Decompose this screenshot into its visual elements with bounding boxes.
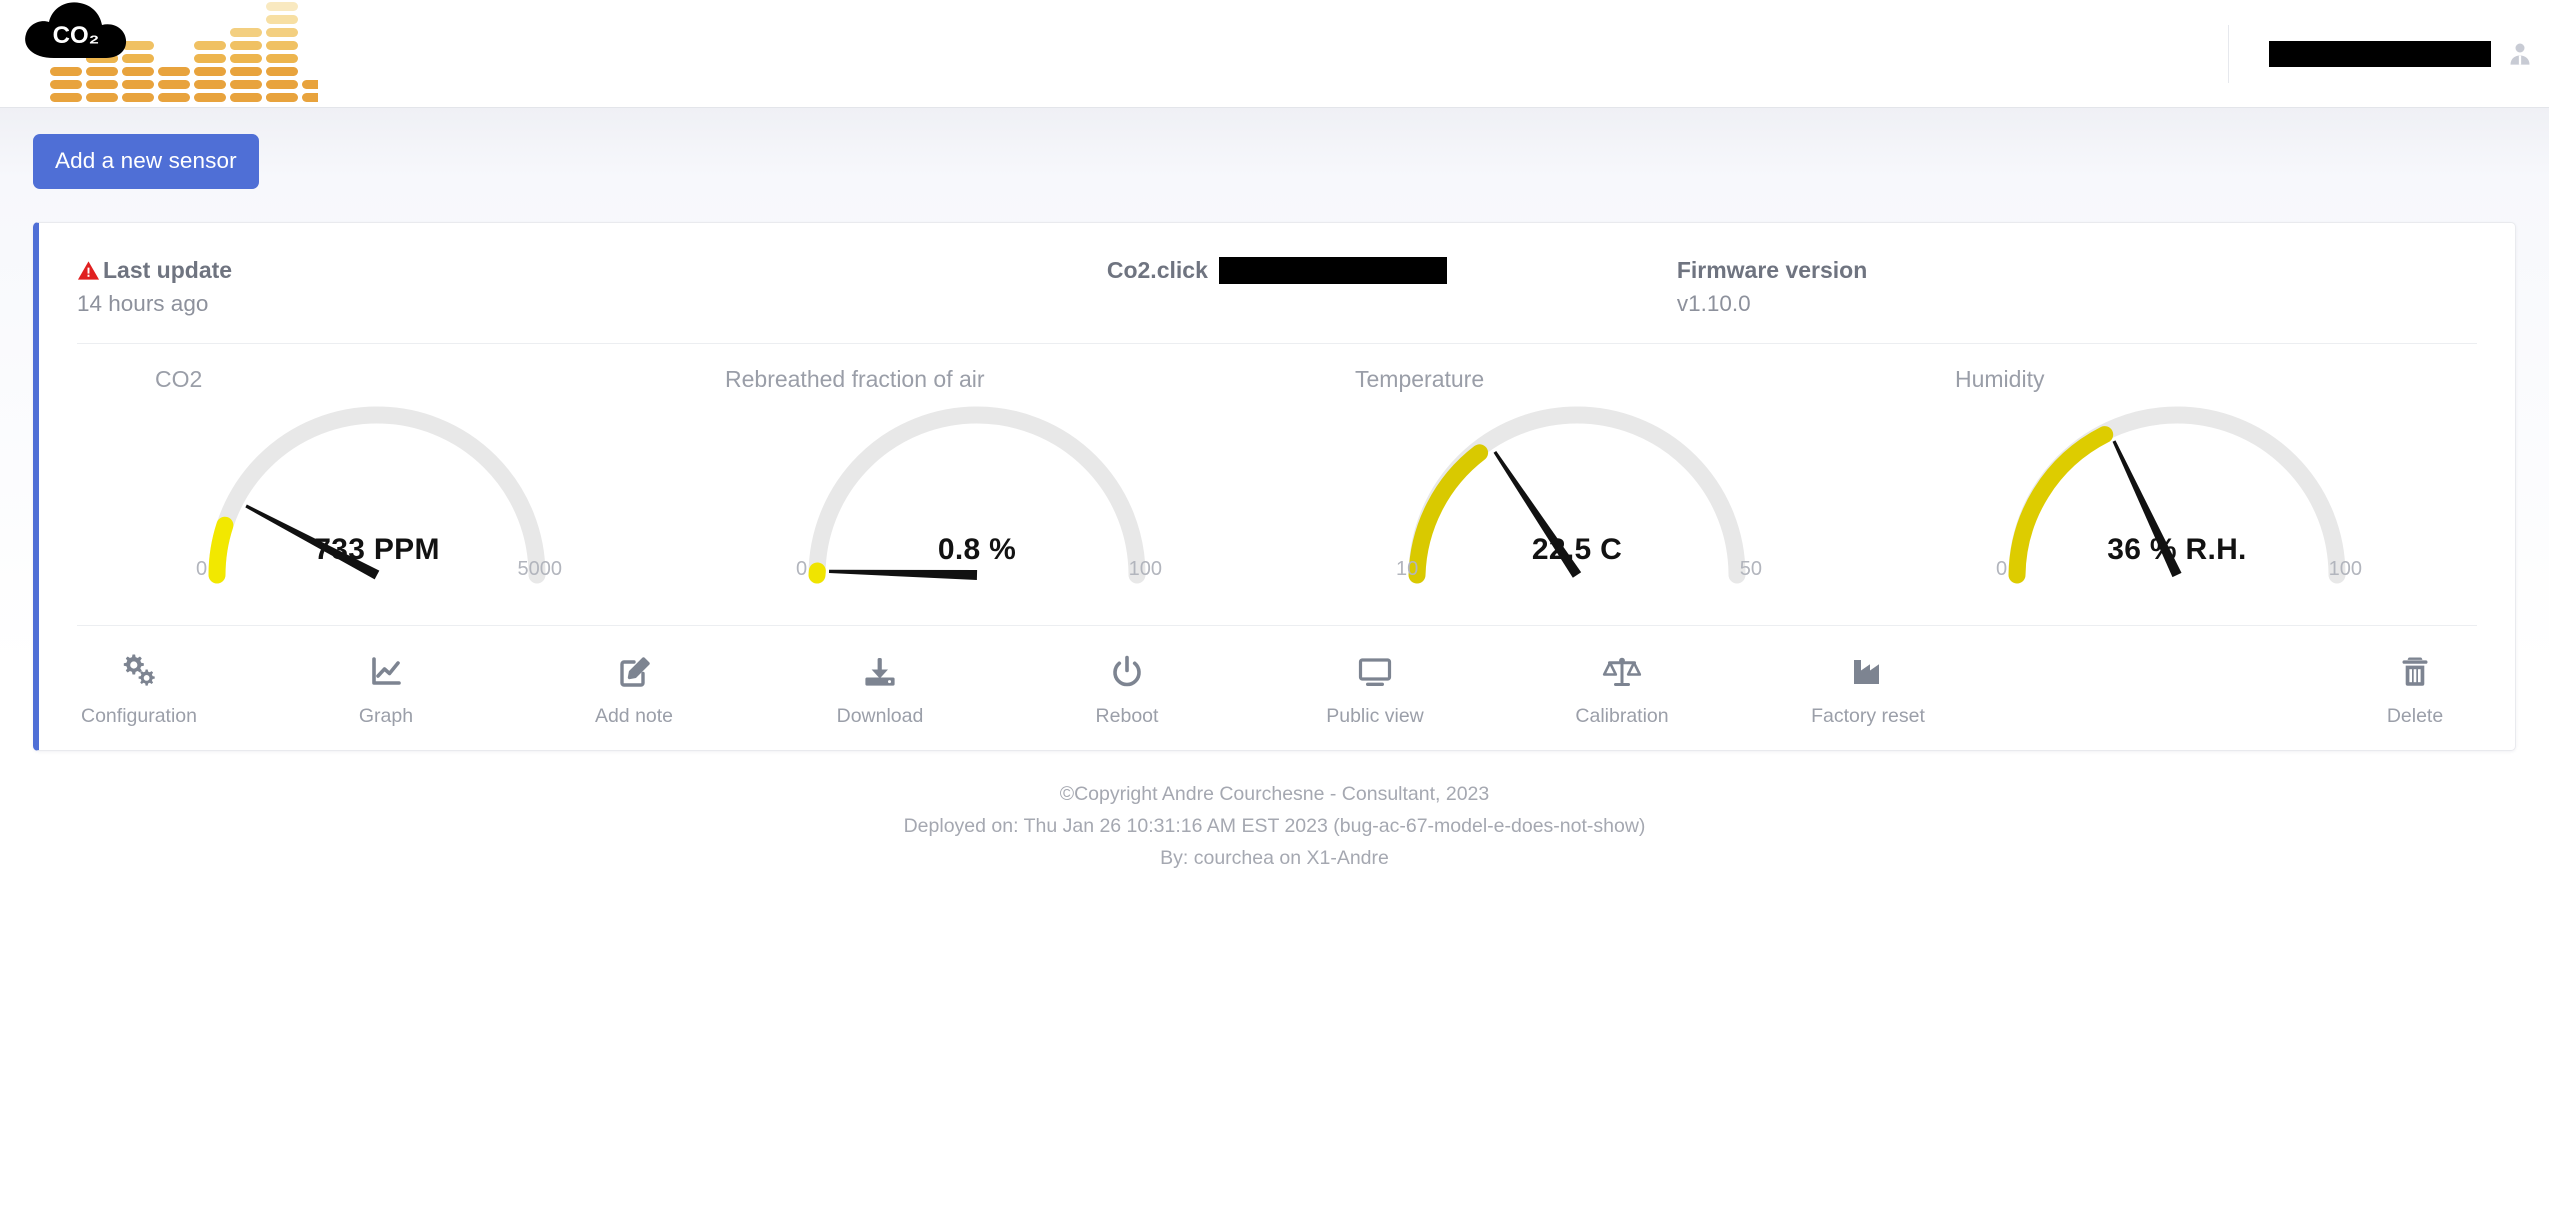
pencil-square-icon: [572, 650, 696, 694]
gauge-graphic: 733 PPM 0 5000: [182, 395, 572, 595]
line-chart-icon: [324, 650, 448, 694]
gauge-row: CO2 733 PPM 0 5000 Rebreathed fraction o…: [77, 344, 2477, 627]
action-label: Factory reset: [1811, 705, 1925, 728]
gauge-min-label: 0: [796, 558, 808, 581]
sensor-card: Last update 14 hours ago Co2.click Firmw…: [33, 222, 2516, 752]
gauge-value: 36 % R.H.: [2107, 533, 2247, 567]
gauge-title: CO2: [155, 366, 203, 393]
device-prefix: Co2.click: [1106, 257, 1208, 284]
footer-copyright: ©Copyright Andre Courchesne - Consultant…: [1059, 783, 1490, 806]
trash-icon: [2353, 650, 2477, 694]
page-toolbar: Add a new sensor: [0, 108, 2549, 189]
app-header: CO₂: [0, 0, 2549, 108]
header-divider: [2228, 24, 2229, 83]
action-label: Download: [836, 705, 924, 728]
gauge-min-label: 0: [196, 558, 208, 581]
gauge-title: Humidity: [1955, 366, 2045, 393]
factory-icon: [1806, 650, 1930, 694]
sensor-actions: Configuration Graph Add note Download Re…: [77, 626, 2477, 750]
action-label: Configuration: [81, 705, 197, 728]
gauge-humidity: Humidity 36 % R.H. 0 100: [1877, 366, 2477, 595]
page-body: Add a new sensor Last update 14 hours ag…: [0, 108, 2549, 1216]
gauge-min-label: 10: [1396, 558, 1419, 581]
gears-icon: [77, 650, 201, 694]
gauge-graphic: 22.5 C 10 50: [1382, 395, 1772, 595]
firmware-block: Firmware version v1.10.0: [1677, 257, 2477, 317]
action-graph[interactable]: Graph: [324, 650, 448, 728]
action-label: Public view: [1326, 705, 1424, 728]
sensor-card-header: Last update 14 hours ago Co2.click Firmw…: [77, 223, 2477, 345]
action-label: Calibration: [1575, 705, 1669, 728]
logo-text: CO₂: [53, 22, 100, 49]
power-icon: [1065, 650, 1189, 694]
brand-logo[interactable]: CO₂: [0, 0, 318, 108]
gauge-co2: CO2 733 PPM 0 5000: [77, 366, 677, 595]
gauge-value: 733 PPM: [314, 533, 440, 567]
download-tray-icon: [818, 650, 942, 694]
gauge-value: 22.5 C: [1531, 533, 1623, 567]
gauge-title: Temperature: [1355, 366, 1485, 393]
last-update-title: Last update: [77, 257, 877, 283]
gauge-max-label: 5000: [517, 558, 563, 581]
header-user-area: [2228, 0, 2549, 108]
action-reboot[interactable]: Reboot: [1065, 650, 1189, 728]
gauge-value: 0.8 %: [937, 533, 1017, 567]
gauge-title: Rebreathed fraction of air: [725, 366, 985, 393]
device-name-redacted[interactable]: [1218, 257, 1447, 284]
last-update-value: 14 hours ago: [77, 291, 209, 317]
last-update-block: Last update 14 hours ago: [77, 257, 877, 317]
gauge-graphic: 0.8 % 0 100: [782, 395, 1172, 595]
gauge-min-label: 0: [1996, 558, 2008, 581]
action-delete[interactable]: Delete: [2353, 650, 2477, 728]
action-add-note[interactable]: Add note: [572, 650, 696, 728]
gauge-graphic: 36 % R.H. 0 100: [1982, 395, 2372, 595]
action-configuration[interactable]: Configuration: [77, 650, 201, 728]
action-public-view[interactable]: Public view: [1313, 650, 1437, 728]
footer-deployed: Deployed on: Thu Jan 26 10:31:16 AM EST …: [903, 815, 1646, 838]
gauge-max-label: 50: [1739, 558, 1762, 581]
username-redacted[interactable]: [2269, 40, 2491, 67]
action-label: Delete: [2386, 705, 2444, 728]
action-label: Add note: [594, 705, 674, 728]
firmware-label: Firmware version: [1676, 257, 1868, 283]
add-sensor-button[interactable]: Add a new sensor: [33, 134, 259, 189]
action-calibration[interactable]: Calibration: [1560, 650, 1684, 728]
balance-scale-icon: [1560, 650, 1684, 694]
device-name-block: Co2.click: [877, 257, 1677, 317]
action-download[interactable]: Download: [818, 650, 942, 728]
gauge-temperature: Temperature 22.5 C 10 50: [1277, 366, 1877, 595]
action-factory-reset[interactable]: Factory reset: [1806, 650, 1930, 728]
gauge-rebreathed: Rebreathed fraction of air 0.8 % 0 100: [677, 366, 1277, 595]
firmware-value: v1.10.0: [1676, 291, 1751, 317]
gauge-max-label: 100: [1128, 558, 1162, 581]
action-label: Reboot: [1095, 705, 1159, 728]
warning-triangle-icon: [77, 259, 100, 282]
monitor-icon: [1313, 650, 1437, 694]
co2-cloud-icon: CO₂: [25, 1, 127, 58]
last-update-label: Last update: [103, 257, 233, 283]
action-label: Graph: [358, 705, 414, 728]
user-avatar-icon[interactable]: [2505, 39, 2535, 69]
device-title: Co2.click: [877, 257, 1677, 284]
footer-builder: By: courchea on X1-Andre: [1160, 846, 1389, 869]
page-footer: ©Copyright Andre Courchesne - Consultant…: [0, 779, 2549, 874]
gauge-max-label: 100: [2328, 558, 2362, 581]
